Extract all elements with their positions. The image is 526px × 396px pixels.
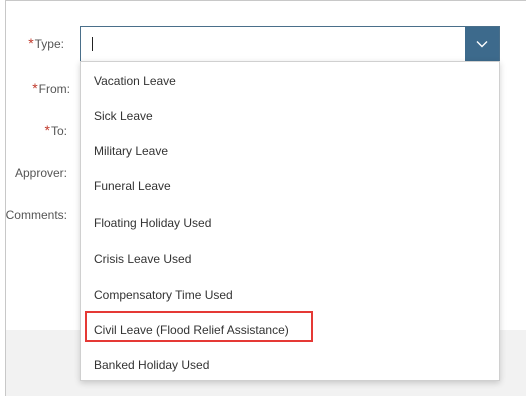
option-funeral-leave[interactable]: Funeral Leave (81, 169, 499, 203)
type-dropdown-button[interactable] (465, 27, 499, 61)
from-label: *From: (32, 80, 70, 96)
type-label: *Type: (28, 35, 64, 51)
option-banked-holiday-used[interactable]: Banked Holiday Used (81, 348, 499, 382)
option-vacation-leave[interactable]: Vacation Leave (81, 64, 499, 98)
option-floating-holiday-used[interactable]: Floating Holiday Used (81, 206, 499, 240)
type-combobox[interactable] (80, 26, 500, 62)
comments-label: Comments: (5, 208, 67, 222)
option-sick-leave[interactable]: Sick Leave (81, 99, 499, 133)
option-civil-leave-flood-relief[interactable]: Civil Leave (Flood Relief Assistance) (81, 313, 499, 347)
chevron-down-icon (476, 41, 488, 48)
approver-label: Approver: (14, 166, 67, 180)
option-compensatory-time-used[interactable]: Compensatory Time Used (81, 278, 499, 312)
option-military-leave[interactable]: Military Leave (81, 134, 499, 168)
required-marker: * (28, 35, 34, 51)
to-label: *To: (44, 122, 67, 138)
required-marker: * (32, 80, 38, 96)
type-input[interactable] (81, 27, 465, 61)
type-dropdown-list: Vacation Leave Sick Leave Military Leave… (80, 61, 500, 381)
required-marker: * (44, 122, 50, 138)
text-cursor (92, 37, 93, 51)
option-crisis-leave-used[interactable]: Crisis Leave Used (81, 242, 499, 276)
